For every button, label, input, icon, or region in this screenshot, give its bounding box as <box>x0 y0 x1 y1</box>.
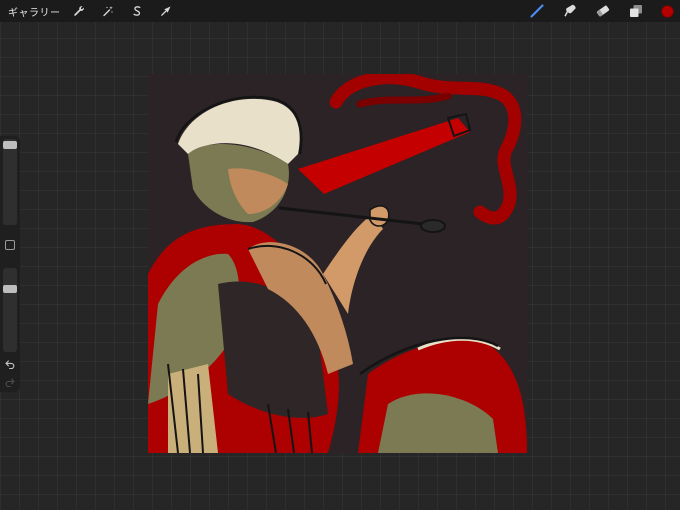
painting-tools <box>529 0 674 22</box>
hand <box>369 205 390 227</box>
transform-arrow-icon[interactable] <box>158 3 174 19</box>
brush-size-thumb[interactable] <box>3 141 17 149</box>
brush-size-slider[interactable] <box>3 139 17 225</box>
wrench-icon[interactable] <box>71 3 87 19</box>
layers-icon[interactable] <box>628 3 644 19</box>
redo-icon[interactable] <box>3 376 17 388</box>
gallery-button[interactable]: ギャラリー <box>8 4 61 19</box>
pipe-stem <box>278 206 425 226</box>
color-picker-swatch[interactable] <box>661 4 674 18</box>
eraser-icon[interactable] <box>595 3 611 19</box>
opacity-slider[interactable] <box>3 268 17 352</box>
actions-toolbar <box>71 3 174 19</box>
smoke-wisp <box>356 92 452 108</box>
left-sidebar <box>0 136 20 392</box>
smudge-icon[interactable] <box>562 3 578 19</box>
drawing-canvas[interactable] <box>148 74 527 453</box>
pipe-bowl <box>420 219 446 233</box>
selection-icon[interactable] <box>129 3 145 19</box>
undo-icon[interactable] <box>3 358 17 370</box>
face-smear <box>298 118 470 194</box>
artwork <box>148 74 527 453</box>
top-toolbar: ギャラリー <box>0 0 680 22</box>
magic-wand-icon[interactable] <box>100 3 116 19</box>
brush-icon[interactable] <box>529 3 545 19</box>
opacity-thumb[interactable] <box>3 285 17 293</box>
modify-square-icon[interactable] <box>5 240 15 250</box>
